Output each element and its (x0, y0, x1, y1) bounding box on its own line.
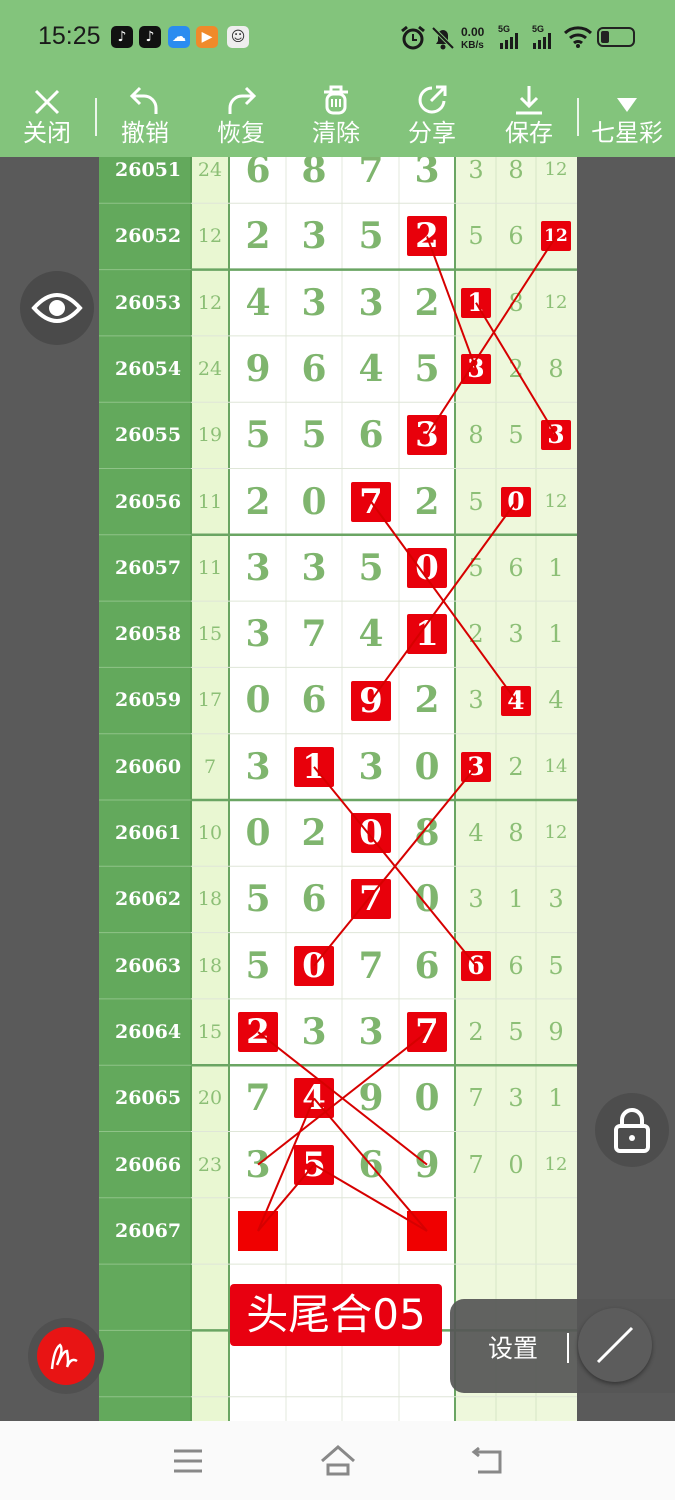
clear-label: 清除 (312, 119, 360, 147)
toolbar-divider (95, 98, 97, 136)
menu-icon[interactable] (172, 1448, 204, 1474)
undo-label: 撤销 (121, 119, 169, 147)
close-icon (34, 89, 60, 115)
settings-panel: 设置 (450, 1299, 675, 1393)
save-button[interactable]: 保存 (491, 76, 567, 157)
signal-icon (533, 33, 551, 49)
clear-button[interactable]: 清除 (298, 76, 374, 157)
redo-button[interactable]: 恢复 (203, 76, 279, 157)
avatar-app-icon: ☺ (227, 26, 249, 48)
connector-line (475, 302, 557, 436)
navigation-bar (0, 1421, 675, 1500)
lottery-label: 七星彩 (591, 119, 663, 147)
lock-button[interactable] (595, 1093, 669, 1167)
connector-line (257, 1097, 315, 1232)
video-app-icon: ▶ (196, 26, 218, 48)
back-icon[interactable] (470, 1446, 504, 1476)
undo-button[interactable]: 撤销 (107, 76, 183, 157)
close-button[interactable]: 关闭 (9, 76, 85, 157)
tiktok-icon: ♪ (139, 26, 161, 48)
toolbar-divider (577, 98, 579, 136)
save-label: 保存 (505, 119, 553, 147)
toolbar: 关闭 撤销 恢复 清除 分享 保存 七星彩 (0, 76, 675, 157)
signal-icon (500, 33, 518, 49)
connector-line (426, 236, 477, 370)
connector-line (313, 1097, 428, 1232)
lottery-select[interactable]: 七星彩 (585, 76, 669, 157)
net-speed: 0.00 KB/s (461, 25, 485, 51)
toggle-visibility-button[interactable] (20, 271, 94, 345)
connector-line (313, 1163, 428, 1232)
pen-button[interactable] (28, 1318, 104, 1394)
home-icon[interactable] (319, 1444, 357, 1476)
close-label: 关闭 (23, 119, 71, 147)
share-button[interactable]: 分享 (394, 76, 470, 157)
cloud-app-icon: ☁ (168, 26, 190, 48)
redo-icon (228, 86, 257, 114)
connector-line (426, 235, 557, 436)
line-tool-icon (596, 1326, 634, 1364)
settings-button[interactable]: 设置 (488, 1329, 538, 1365)
battery-icon (597, 27, 635, 47)
save-icon (516, 86, 542, 115)
wifi-icon (563, 26, 593, 48)
line-tool-button[interactable] (578, 1308, 652, 1382)
settings-divider (567, 1333, 569, 1363)
lock-icon (614, 1108, 650, 1153)
status-bar: 15:25 ♪ ♪ ☁ ▶ ☺ 0.00 KB/s 5G 5G (0, 0, 675, 76)
pen-icon (50, 1343, 78, 1370)
clock: 15:25 (38, 22, 101, 50)
dropdown-icon (617, 98, 637, 112)
eye-icon (31, 293, 83, 323)
mute-icon (431, 26, 455, 50)
redo-label: 恢复 (217, 119, 265, 147)
connector-line (257, 1164, 315, 1232)
trend-chart[interactable]: 26051 24 6 8 7 3 3 8 12 26052 12 2 3 5 2 5 6 12 26053 12 4 3 3… (99, 157, 577, 1421)
clear-icon (324, 85, 348, 115)
share-label: 分享 (408, 119, 456, 147)
alarm-icon (401, 25, 425, 50)
connector-lines (257, 235, 557, 1232)
share-icon (418, 85, 447, 114)
tiktok-icon: ♪ (111, 26, 133, 48)
undo-icon (129, 86, 158, 114)
prediction-label: 头尾合05 (230, 1284, 442, 1346)
